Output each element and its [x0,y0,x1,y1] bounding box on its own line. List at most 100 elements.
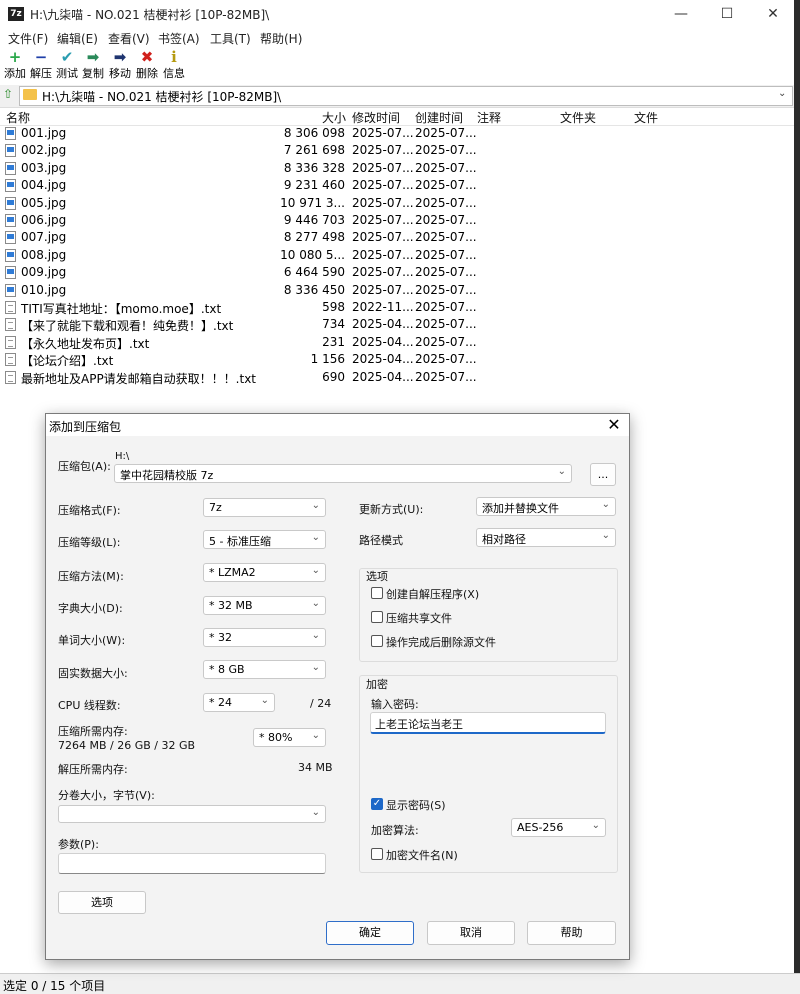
delete-after-checkbox[interactable] [371,635,383,647]
options-button[interactable]: 选项 [58,891,146,914]
menu-help[interactable]: 帮助(H) [260,30,302,47]
menu-bookmarks[interactable]: 书签(A) [158,30,200,47]
add-button[interactable]: + 添加 [2,49,28,83]
file-row[interactable]: 002.jpg 7 261 698 2025-07... 2025-07... [0,142,794,159]
test-button[interactable]: ✔ 测试 [54,49,80,83]
cancel-button[interactable]: 取消 [427,921,515,945]
word-size-select[interactable]: * 32 ⌄ [203,628,326,647]
path-mode-select[interactable]: 相对路径 ⌄ [476,528,616,547]
chevron-down-icon: ⌄ [557,466,566,477]
browse-button[interactable]: ... [590,463,616,486]
file-modified: 2025-07... [352,230,414,245]
dialog-close-icon[interactable]: ✕ [602,415,626,435]
minimize-button[interactable]: — [658,0,704,28]
password-input[interactable]: 上老王论坛当老王 [370,712,606,734]
format-select[interactable]: 7z ⌄ [203,498,326,517]
menu-tools[interactable]: 工具(T) [210,30,251,47]
address-path: H:\九柒喵 - NO.021 桔梗衬衫 [10P-82MB]\ [42,90,282,104]
file-created: 2025-07... [415,213,477,227]
file-row[interactable]: 007.jpg 8 277 498 2025-07... 2025-07... [0,229,794,246]
column-modified[interactable]: 修改时间 [352,109,400,126]
column-files[interactable]: 文件 [634,109,658,126]
menu-view[interactable]: 查看(V) [108,30,150,47]
format-label: 压缩格式(F): [58,504,121,517]
file-size: 690 [322,369,345,384]
memory-select[interactable]: * 80% ⌄ [253,728,326,747]
file-size: 10 080 5... [280,247,345,262]
file-modified: 2025-04... [352,369,414,384]
address-field[interactable]: H:\九柒喵 - NO.021 桔梗衬衫 [10P-82MB]\ ⌄ [19,86,793,106]
show-password-checkbox[interactable]: ✓ [371,798,383,810]
file-size: 7 261 698 [283,143,345,158]
path-mode-label: 路径模式 [359,534,403,547]
image-file-icon [5,283,16,297]
file-size: 9 446 703 [283,213,345,227]
image-file-icon [5,144,16,158]
update-mode-label: 更新方式(U): [359,503,424,516]
update-mode-select[interactable]: 添加并替换文件 ⌄ [476,497,616,516]
split-size-combo[interactable]: ⌄ [58,805,326,823]
file-row[interactable]: 【论坛介绍】.txt 1 156 2025-04... 2025-07... [0,351,794,368]
column-created[interactable]: 创建时间 [415,109,463,126]
file-created: 2025-07... [415,230,477,245]
up-folder-icon[interactable]: ⇧ [3,87,13,101]
file-row[interactable]: 006.jpg 9 446 703 2025-07... 2025-07... [0,212,794,229]
method-select[interactable]: * LZMA2 ⌄ [203,563,326,582]
copy-button[interactable]: ➡ 复制 [80,49,106,83]
dictionary-label: 字典大小(D): [58,602,123,615]
shared-files-checkbox[interactable] [371,611,383,623]
image-file-icon [5,161,16,175]
column-name[interactable]: 名称 [6,109,30,126]
archive-name-combo[interactable]: 掌中花园精校版 7z ⌄ [114,464,572,483]
column-size[interactable]: 大小 [322,109,346,126]
menu-file[interactable]: 文件(F) [8,30,48,47]
file-modified: 2025-07... [352,247,414,262]
file-row[interactable]: 009.jpg 6 464 590 2025-07... 2025-07... [0,264,794,281]
file-row[interactable]: 004.jpg 9 231 460 2025-07... 2025-07... [0,177,794,194]
file-row[interactable]: 005.jpg 10 971 3... 2025-07... 2025-07... [0,195,794,212]
file-name: 008.jpg [21,247,67,262]
help-button[interactable]: 帮助 [527,921,616,945]
delete-button[interactable]: ✖ 删除 [134,49,160,83]
dialog-title: 添加到压缩包 [49,420,122,434]
column-folders[interactable]: 文件夹 [560,109,596,126]
file-row[interactable]: 【来了就能下载和观看！纯免费！】.txt 734 2025-04... 2025-07… [0,316,794,333]
file-row[interactable]: 【永久地址发布页】.txt 231 2025-04... 2025-07... [0,334,794,351]
file-row[interactable]: 001.jpg 8 306 098 2025-07... 2025-07... [0,125,794,142]
file-size: 10 971 3... [280,195,345,210]
encryption-group: 加密 输入密码: 上老王论坛当老王 ✓ 显示密码(S) 加密算法: AES-25… [359,675,618,873]
file-row[interactable]: 010.jpg 8 336 450 2025-07... 2025-07... [0,282,794,299]
file-modified: 2025-07... [352,282,414,297]
file-size: 8 306 098 [283,126,345,140]
file-row[interactable]: 最新地址及APP请发邮箱自动获取！！！.txt 690 2025-04... 2025… [0,369,794,386]
level-select[interactable]: 5 - 标准压缩 ⌄ [203,530,326,549]
chevron-down-icon: ⌄ [311,730,320,741]
menu-edit[interactable]: 编辑(E) [57,30,98,47]
dictionary-select[interactable]: * 32 MB ⌄ [203,596,326,615]
file-name: 【论坛介绍】.txt [21,354,114,369]
encrypt-names-checkbox[interactable] [371,848,383,860]
chevron-down-icon[interactable]: ⌄ [778,88,786,99]
maximize-button[interactable]: ☐ [704,0,750,28]
extract-button[interactable]: − 解压 [28,49,54,83]
params-input[interactable] [58,853,326,874]
sfx-checkbox[interactable] [371,587,383,599]
memory-label: 压缩所需内存: [58,725,128,738]
encryption-method-select[interactable]: AES-256 ⌄ [511,818,606,837]
close-button[interactable]: ✕ [750,0,796,28]
ok-button[interactable]: 确定 [326,921,414,945]
info-button[interactable]: i 信息 [161,49,187,83]
move-button[interactable]: ➡ 移动 [107,49,133,83]
shared-files-label: 压缩共享文件 [386,612,452,625]
image-file-icon [5,179,16,193]
file-row[interactable]: TITI写真社地址：【momo.moe】.txt 598 2022-11... 202… [0,299,794,316]
solid-size-select[interactable]: * 8 GB ⌄ [203,660,326,679]
file-row[interactable]: 003.jpg 8 336 328 2025-07... 2025-07... [0,160,794,177]
minimize-icon: — [674,6,688,22]
file-row[interactable]: 008.jpg 10 080 5... 2025-07... 2025-07... [0,247,794,264]
column-comment[interactable]: 注释 [477,109,501,126]
options-group: 选项 创建自解压程序(X) 压缩共享文件 操作完成后删除源文件 [359,568,618,662]
cpu-threads-select[interactable]: * 24 ⌄ [203,693,275,712]
add-to-archive-dialog: 添加到压缩包 ✕ 压缩包(A): H:\ 掌中花园精校版 7z ⌄ ... 压缩… [45,413,630,960]
archive-label: 压缩包(A): [58,460,111,473]
